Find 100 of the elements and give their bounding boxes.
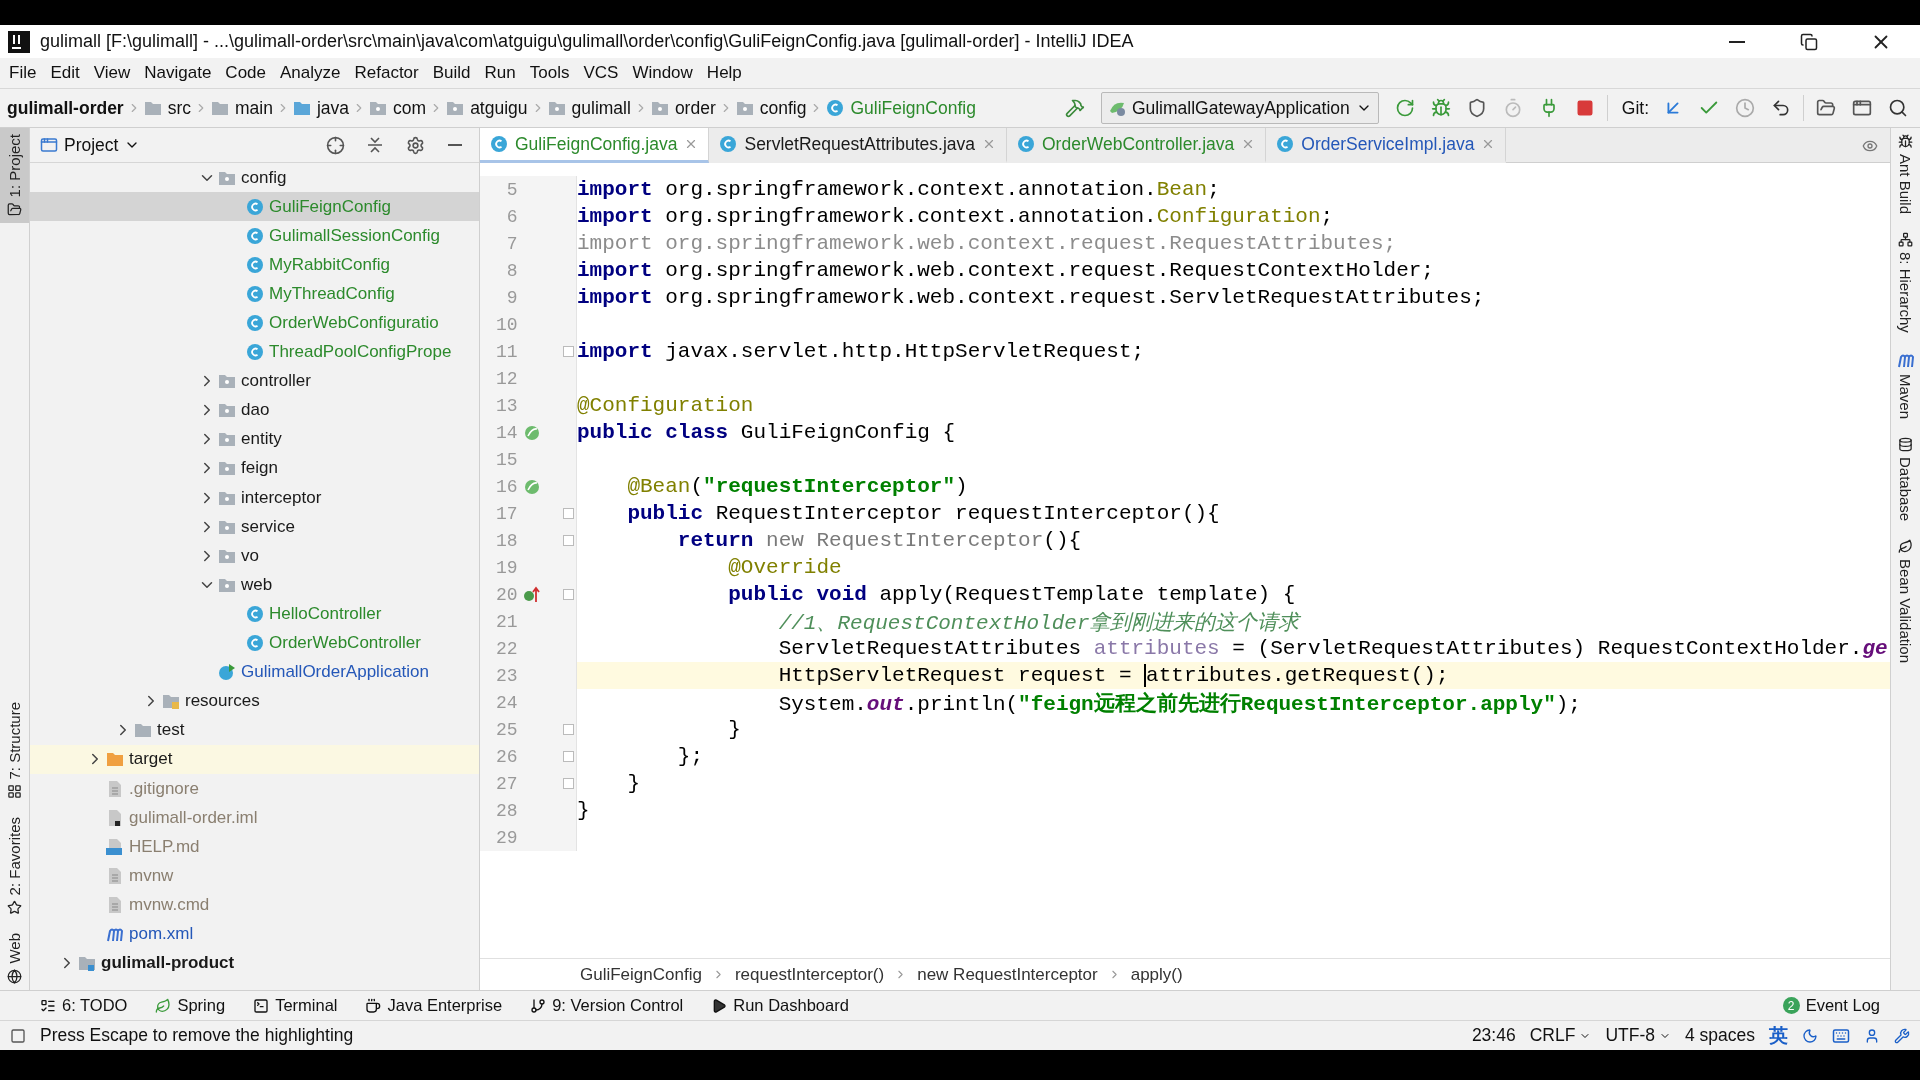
- tool-window-tab[interactable]: Maven: [1891, 344, 1920, 425]
- breadcrumb-item[interactable]: atguigu: [443, 97, 531, 119]
- menu-item[interactable]: Build: [425, 58, 478, 88]
- menu-item[interactable]: View: [86, 58, 138, 88]
- tree-item[interactable]: entity: [30, 424, 479, 454]
- caret-position[interactable]: 23:46: [1471, 1025, 1516, 1046]
- tree-item[interactable]: MyRabbitConfig: [30, 250, 479, 280]
- tree-item[interactable]: HelloController: [30, 599, 479, 629]
- tool-window-tab[interactable]: 1: Project: [0, 128, 29, 224]
- minus-icon: [448, 144, 462, 146]
- tree-item[interactable]: OrderWebController: [30, 628, 479, 658]
- tool-window-tab[interactable]: Ant Build: [1891, 128, 1920, 221]
- tool-window-button[interactable]: 9: Version Control: [530, 996, 684, 1015]
- breadcrumb-item[interactable]: com: [366, 97, 430, 119]
- folder-icon: [7, 202, 22, 218]
- menu-item[interactable]: Tools: [522, 58, 577, 88]
- fold-marker-icon[interactable]: [563, 751, 574, 762]
- tree-item[interactable]: feign: [30, 453, 479, 484]
- tree-item[interactable]: mvnw: [30, 861, 479, 891]
- tree-item[interactable]: OrderWebConfiguratio: [30, 308, 479, 338]
- menu-item[interactable]: Refactor: [347, 58, 426, 88]
- tree-item-label: GulimallSessionConfig: [269, 225, 441, 246]
- tree-item[interactable]: resources: [30, 686, 479, 716]
- tool-window-tab[interactable]: 2: Favorites: [0, 811, 29, 922]
- breadcrumb-item[interactable]: java: [289, 97, 353, 119]
- menu-item[interactable]: Code: [218, 58, 273, 88]
- panel-toggle-icon[interactable]: [10, 1027, 26, 1044]
- tool-window-tab[interactable]: 8: Hierarchy: [1891, 226, 1920, 339]
- fold-marker-icon[interactable]: [563, 778, 574, 789]
- breadcrumb-item[interactable]: gulimall-order: [4, 97, 127, 119]
- editor-tab[interactable]: ServletRequestAttributes.java: [709, 128, 1007, 163]
- tree-item[interactable]: test: [30, 715, 479, 745]
- project-view-dropdown[interactable]: Project: [36, 134, 145, 156]
- user-icon[interactable]: [1864, 1027, 1880, 1044]
- breadcrumb-item[interactable]: gulimall: [544, 97, 634, 119]
- tree-item[interactable]: dao: [30, 395, 479, 425]
- code-line: @Bean("requestInterceptor"): [626, 475, 968, 498]
- tree-item[interactable]: mvnw.cmd: [30, 890, 479, 920]
- code-breadcrumb[interactable]: apply(): [1130, 964, 1183, 985]
- tree-item[interactable]: GulimallSessionConfig: [30, 221, 479, 251]
- menu-item[interactable]: Analyze: [273, 58, 348, 88]
- fold-marker-icon[interactable]: [563, 346, 574, 357]
- tree-item[interactable]: HELP.md: [30, 832, 479, 862]
- tool-window-button[interactable]: Java Enterprise: [365, 996, 503, 1015]
- fold-marker-icon[interactable]: [563, 589, 574, 600]
- menu-item[interactable]: Help: [699, 58, 749, 88]
- line-number: 13: [495, 395, 518, 416]
- keyboard-icon[interactable]: [1832, 1026, 1850, 1045]
- code-breadcrumb[interactable]: requestInterceptor(): [734, 964, 885, 985]
- tool-window-tab[interactable]: 7: Structure: [0, 695, 29, 806]
- tree-item[interactable]: vo: [30, 541, 479, 571]
- encoding-selector[interactable]: UTF-8: [1605, 1025, 1671, 1046]
- menu-item[interactable]: Edit: [43, 58, 87, 88]
- fold-marker-icon[interactable]: [563, 535, 574, 546]
- tree-item[interactable]: interceptor: [30, 483, 479, 513]
- tool-window-button[interactable]: 6: TODO: [40, 996, 128, 1015]
- tree-item[interactable]: pom.xml: [30, 919, 479, 949]
- tool-window-button[interactable]: Run Dashboard: [711, 996, 849, 1015]
- tool-window-button[interactable]: Spring: [155, 996, 226, 1015]
- breadcrumb-item[interactable]: config: [732, 97, 810, 119]
- breadcrumb-item[interactable]: main: [208, 97, 276, 119]
- fold-marker-icon[interactable]: [563, 724, 574, 735]
- moon-icon[interactable]: [1802, 1027, 1818, 1044]
- tree-item[interactable]: MyThreadConfig: [30, 279, 479, 309]
- breadcrumb-item[interactable]: src: [140, 97, 194, 119]
- code-breadcrumb[interactable]: new RequestInterceptor: [917, 964, 1098, 985]
- tree-item[interactable]: service: [30, 512, 479, 542]
- editor-tab[interactable]: OrderServiceImpl.java: [1266, 128, 1507, 163]
- run-configuration-dropdown[interactable]: GulimallGatewayApplication: [1100, 92, 1379, 124]
- event-log-button[interactable]: 2 Event Log: [1782, 996, 1880, 1015]
- menu-item[interactable]: Run: [477, 58, 523, 88]
- tool-window-button[interactable]: Terminal: [253, 996, 338, 1015]
- editor-tab[interactable]: GuliFeignConfig.java: [480, 128, 710, 163]
- line-separator-selector[interactable]: CRLF: [1529, 1025, 1592, 1046]
- menu-item[interactable]: VCS: [576, 58, 626, 88]
- tree-item[interactable]: GulimallOrderApplication: [30, 657, 479, 687]
- tree-item[interactable]: web: [30, 570, 479, 600]
- indent-selector[interactable]: 4 spaces: [1684, 1025, 1755, 1046]
- tree-item[interactable]: target: [30, 744, 479, 774]
- breadcrumb-item[interactable]: order: [647, 97, 719, 119]
- eye-icon[interactable]: [1862, 138, 1878, 154]
- editor-tab[interactable]: OrderWebController.java: [1007, 128, 1267, 163]
- breadcrumb-item[interactable]: GuliFeignConfig: [823, 97, 979, 119]
- code-breadcrumb[interactable]: GuliFeignConfig: [580, 964, 702, 985]
- tool-window-tab[interactable]: Web: [0, 927, 29, 990]
- tool-window-tab[interactable]: Database: [1891, 430, 1920, 528]
- wrench-icon[interactable]: [1894, 1027, 1910, 1044]
- tree-item[interactable]: config: [30, 163, 479, 193]
- tree-item[interactable]: controller: [30, 366, 479, 396]
- menu-item[interactable]: File: [2, 58, 44, 88]
- tree-item[interactable]: gulimall-product: [30, 948, 479, 978]
- tree-item[interactable]: .gitignore: [30, 773, 479, 804]
- tree-item-label: entity: [241, 429, 282, 450]
- menu-item[interactable]: Navigate: [137, 58, 219, 88]
- tree-item[interactable]: gulimall-order.iml: [30, 803, 479, 833]
- menu-item[interactable]: Window: [625, 58, 700, 88]
- fold-marker-icon[interactable]: [563, 508, 574, 519]
- tool-window-tab[interactable]: Bean Validation: [1891, 533, 1920, 670]
- tree-item[interactable]: ThreadPoolConfigPrope: [30, 337, 479, 367]
- input-method-indicator[interactable]: 英: [1769, 1022, 1788, 1049]
